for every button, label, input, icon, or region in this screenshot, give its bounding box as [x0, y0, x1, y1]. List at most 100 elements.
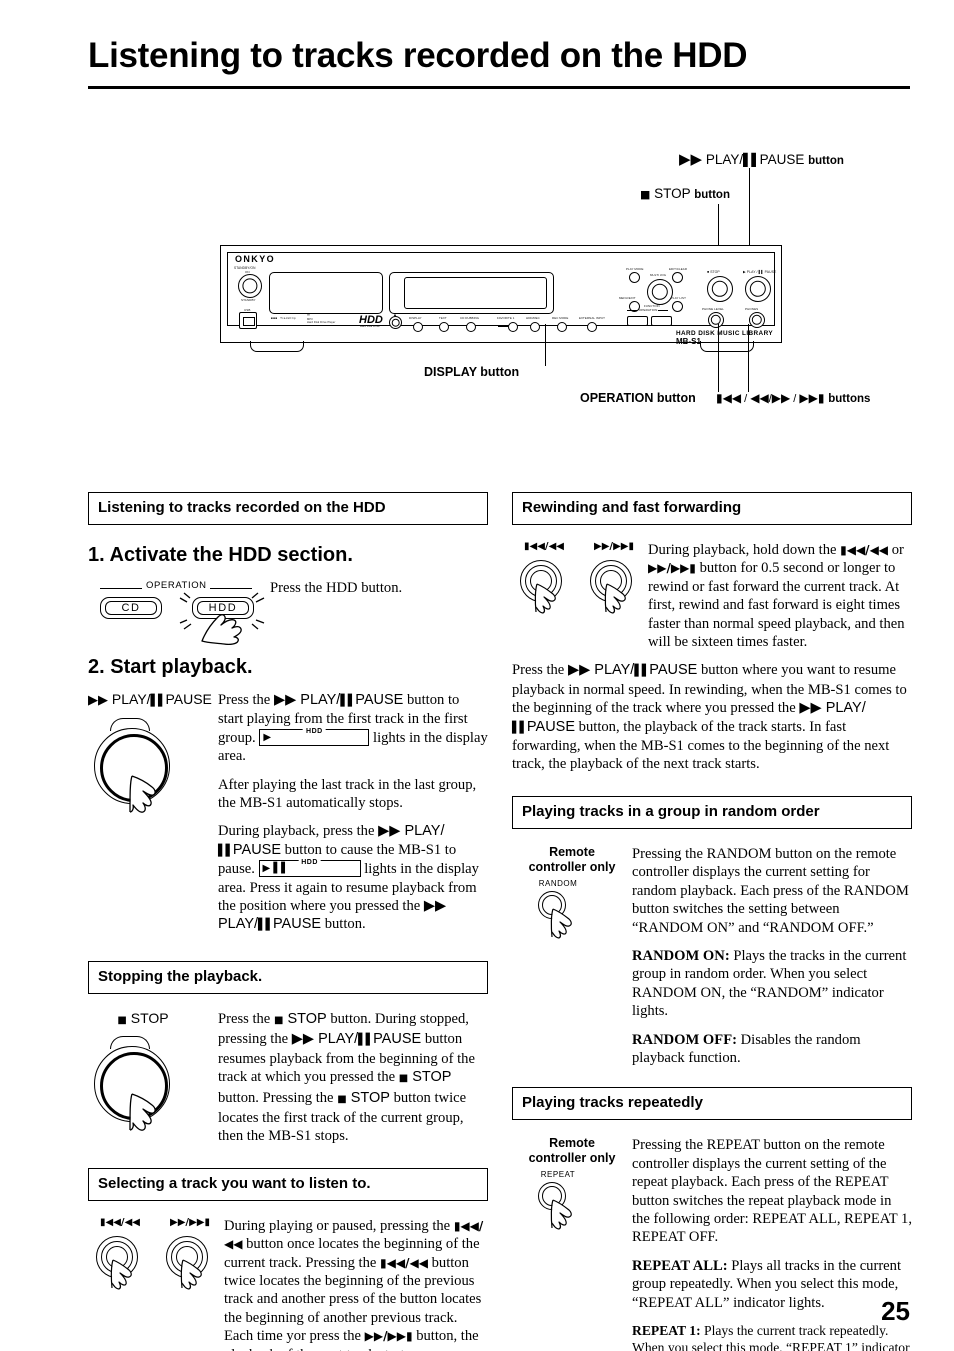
standby-knob[interactable] — [238, 274, 262, 298]
phones-level-knob[interactable] — [708, 312, 724, 328]
callout-display: DISPLAY button — [424, 364, 519, 379]
label-display: DISPLAY — [409, 316, 422, 320]
label-hdd-rec: HDD/REC — [526, 316, 540, 320]
manual-page: Listening to tracks recorded on the HDD … — [0, 0, 954, 1351]
text-button[interactable] — [439, 322, 449, 332]
display-button[interactable] — [413, 322, 423, 332]
step-2-text: Press the ▶▶ PLAY/▌▌PAUSE button to star… — [218, 691, 488, 935]
random-figure: Remote controller only RANDOM — [512, 844, 632, 939]
phones-jack[interactable] — [749, 312, 765, 328]
usb-port[interactable] — [239, 312, 257, 329]
section-heading-repeat: Playing tracks repeatedly — [512, 1087, 912, 1121]
random-on-label: RANDOM ON: — [632, 947, 730, 964]
rewind-row: ▮◀◀/◀◀ ▶▶/▶▶▮ During playback, hold down… — [512, 541, 912, 651]
label-phones: PHONES — [745, 307, 759, 311]
repeat-row: Remote controller only REPEAT Pressing t… — [512, 1136, 912, 1351]
figure-cd-button[interactable]: CD — [100, 597, 162, 619]
model-prefix-text: HARD DISK MUSIC LIBRARY — [676, 330, 773, 337]
fastforward-button[interactable] — [588, 554, 640, 614]
repeat-paragraph-1: Pressing the REPEAT button on the remote… — [632, 1137, 912, 1246]
multi-jog-dial[interactable] — [647, 279, 673, 305]
random-remote-note: Remote controller only — [528, 844, 616, 874]
section-heading-random-text: Playing tracks in a group in random orde… — [522, 802, 820, 820]
skip-forward-button[interactable] — [164, 1230, 216, 1290]
play-pause-button[interactable] — [745, 276, 771, 302]
model-text: MB-S1 — [676, 337, 701, 346]
skip-back-icon: ▮◀◀ — [716, 391, 742, 405]
repeat-text: Pressing the REPEAT button on the remote… — [632, 1136, 912, 1351]
skip-back-button[interactable] — [94, 1230, 146, 1290]
pointing-hand-icon — [550, 908, 572, 939]
skip-back-icon: ▮◀◀ — [524, 541, 545, 552]
page-title-text: Listening to tracks recorded on the HDD — [88, 36, 748, 75]
play-icon: ▶▶ — [273, 692, 297, 708]
stopping-text: Press the ■ STOP button. During stopped,… — [218, 1010, 488, 1146]
favorite-button[interactable] — [508, 322, 518, 332]
section-heading-stopping: Stopping the playback. — [88, 960, 488, 994]
rewind-figures: ▮◀◀/◀◀ ▶▶/▶▶▮ — [512, 541, 648, 614]
skip-back-figure-label: ▮◀◀/◀◀ — [100, 1216, 140, 1228]
section-heading-repeat-text: Playing tracks repeatedly — [522, 1094, 703, 1112]
edit-clear-button[interactable] — [672, 272, 683, 283]
external-input-button[interactable] — [587, 322, 597, 332]
play-icon: ▶▶ — [88, 693, 108, 708]
play-icon: ▶▶ — [799, 700, 822, 717]
skip-forward-icon: ▶▶▮ — [189, 1216, 210, 1228]
rec-mode-button[interactable] — [557, 322, 567, 332]
skip-forward-figure-label: ▶▶/▶▶▮ — [170, 1216, 210, 1228]
stop-dial[interactable] — [88, 1030, 194, 1131]
repeat-remote-button[interactable]: REPEAT — [512, 1170, 604, 1230]
label-multi-jog: MULTI JOG — [650, 273, 667, 277]
title-divider — [88, 86, 910, 89]
rewind-paragraph-1: During playback, hold down the ▮◀◀/◀◀ or… — [648, 542, 905, 651]
skip-forward-figure: ▶▶/▶▶▮ — [164, 1216, 216, 1290]
label-operation: OPERATION — [639, 308, 658, 312]
skip-back-icon: ▮◀◀/◀◀ — [380, 1255, 428, 1270]
play-mode-button[interactable] — [629, 272, 640, 283]
random-button-label: RANDOM — [538, 878, 578, 888]
random-remote-button[interactable]: RANDOM — [512, 878, 604, 939]
eject-button[interactable] — [389, 316, 402, 329]
unit-foot-left — [250, 341, 304, 352]
section-heading-listening: Listening to tracks recorded on the HDD — [88, 492, 488, 525]
hdd-rec-button[interactable] — [530, 322, 540, 332]
play-pause-figure-label: ▶▶ PLAY/▌▌PAUSE — [88, 691, 212, 708]
random-off-paragraph: RANDOM OFF: Disables the random playback… — [632, 1031, 861, 1066]
operation-hdd-button[interactable] — [651, 316, 672, 326]
section-heading-random: Playing tracks in a group in random orde… — [512, 795, 912, 829]
callout-pause-text: PAUSE — [759, 152, 805, 167]
skip-forward-icon: ▶▶▮ — [613, 541, 634, 552]
step-2-paragraph-3: During playback, press the ▶▶ PLAY/▌▌PAU… — [218, 823, 479, 933]
pause-icon: ▌▌ — [218, 843, 234, 857]
stopping-row: ■ STOP Press the ■ STOP button. During s… — [88, 1010, 488, 1146]
play-icon: ▶▶ — [423, 898, 447, 915]
callout-play-pause-text: PLAY/ — [705, 152, 744, 167]
pause-icon: ▌▌ — [358, 1033, 374, 1047]
section-heading-selecting-text: Selecting a track you want to listen to. — [98, 1174, 371, 1192]
right-column: Rewinding and fast forwarding ▮◀◀/◀◀ ▶▶/… — [512, 492, 912, 1351]
rewind-icon: ◀◀ — [124, 1216, 140, 1228]
label-cd-dubbing: CD DUBBING — [460, 316, 480, 320]
stop-button[interactable] — [707, 276, 733, 302]
play-pause-dial[interactable] — [88, 712, 194, 813]
rewind-button[interactable] — [518, 554, 570, 614]
operation-cd-button[interactable] — [627, 316, 648, 326]
play-icon: ▶▶ — [679, 150, 703, 168]
play-icon: ▶▶ — [567, 662, 591, 679]
stop-figure-label: ■ STOP — [117, 1009, 169, 1026]
logo-cd-text: ■■■ TrackFlip — [271, 316, 296, 320]
callout-skip-suffix: buttons — [828, 393, 871, 405]
fastforward-figure-label: ▶▶/▶▶▮ — [594, 541, 634, 552]
label-play-pause: ▶ PLAY / ▌▌ PAUSE — [743, 270, 777, 274]
rewind-paragraph-2: Press the ▶▶ PLAY/▌▌PAUSE button where y… — [512, 662, 907, 773]
fast-forward-icon: ▶▶ — [594, 541, 610, 552]
callout-operation: OPERATION button — [580, 390, 696, 405]
display-badge-pause: HDD ▶ ▌▌ — [258, 854, 361, 878]
cd-dubbing-button[interactable] — [466, 322, 476, 332]
play-list-button[interactable] — [672, 301, 683, 312]
rewind-back-figure: ▮◀◀/◀◀ — [518, 541, 570, 614]
stop-icon: ■ — [117, 1014, 127, 1026]
callout-stop-text: STOP — [654, 186, 691, 201]
section-heading-listening-text: Listening to tracks recorded on the HDD — [98, 499, 386, 516]
stop-icon: ■ — [640, 188, 651, 201]
